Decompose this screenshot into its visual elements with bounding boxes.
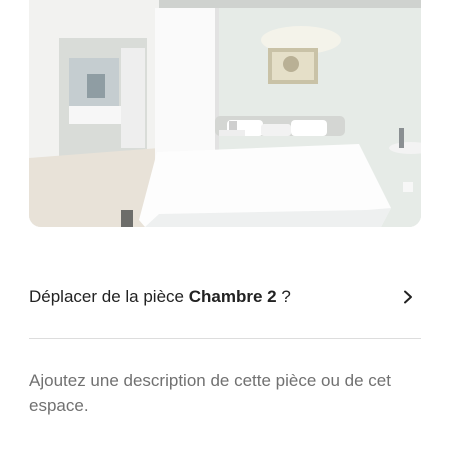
bedroom-photo-image (29, 0, 421, 227)
move-room-row[interactable]: Déplacer de la pièce Chambre 2 ? (29, 278, 421, 316)
room-name: Chambre 2 (188, 287, 277, 306)
move-room-label: Déplacer de la pièce Chambre 2 ? (29, 287, 291, 307)
move-room-suffix: ? (276, 287, 291, 306)
chevron-right-icon (401, 290, 415, 304)
move-room-prefix: Déplacer de la pièce (29, 287, 189, 306)
room-photo[interactable] (29, 0, 421, 227)
room-description-field[interactable]: Ajoutez une description de cette pièce o… (29, 368, 421, 418)
divider (29, 338, 421, 339)
